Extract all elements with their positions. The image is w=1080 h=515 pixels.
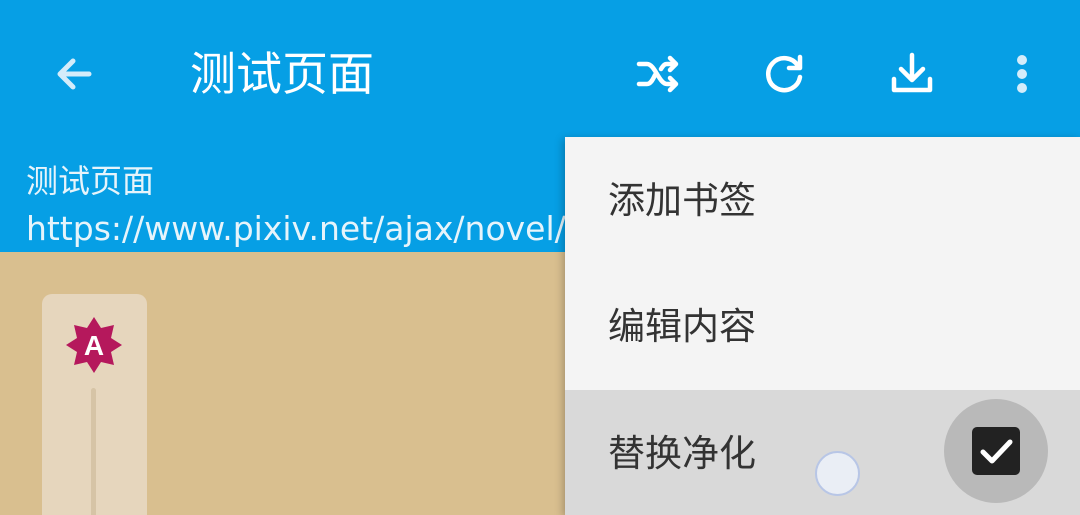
touch-indicator — [815, 451, 860, 496]
font-badge-letter: A — [84, 330, 104, 361]
app-bar: 测试页面 — [0, 0, 1080, 145]
download-button[interactable] — [874, 36, 950, 112]
page-title: 测试页面 — [190, 47, 374, 101]
font-size-slider-track[interactable] — [91, 388, 96, 515]
menu-item-label: 替换净化 — [608, 432, 756, 475]
shuffle-icon — [636, 55, 679, 93]
more-options-button[interactable] — [984, 36, 1060, 112]
back-arrow-icon — [57, 58, 92, 90]
shuffle-button[interactable] — [620, 36, 696, 112]
source-title: 测试页面 — [26, 162, 155, 200]
font-badge-icon[interactable]: A — [64, 315, 124, 375]
checkbox-checked-icon — [972, 427, 1020, 475]
menu-item-edit-content[interactable]: 编辑内容 — [565, 263, 1080, 389]
back-button[interactable] — [36, 36, 112, 112]
menu-item-label: 添加书签 — [608, 179, 756, 222]
source-url[interactable]: https://www.pixiv.net/ajax/novel/ — [26, 207, 571, 251]
refresh-icon — [766, 54, 803, 93]
download-icon — [891, 52, 933, 93]
replace-purify-checkbox[interactable] — [944, 399, 1048, 503]
menu-item-label: 编辑内容 — [608, 305, 756, 348]
menu-item-add-bookmark[interactable]: 添加书签 — [565, 137, 1080, 263]
more-vert-icon — [1017, 55, 1027, 93]
refresh-button[interactable] — [746, 36, 822, 112]
